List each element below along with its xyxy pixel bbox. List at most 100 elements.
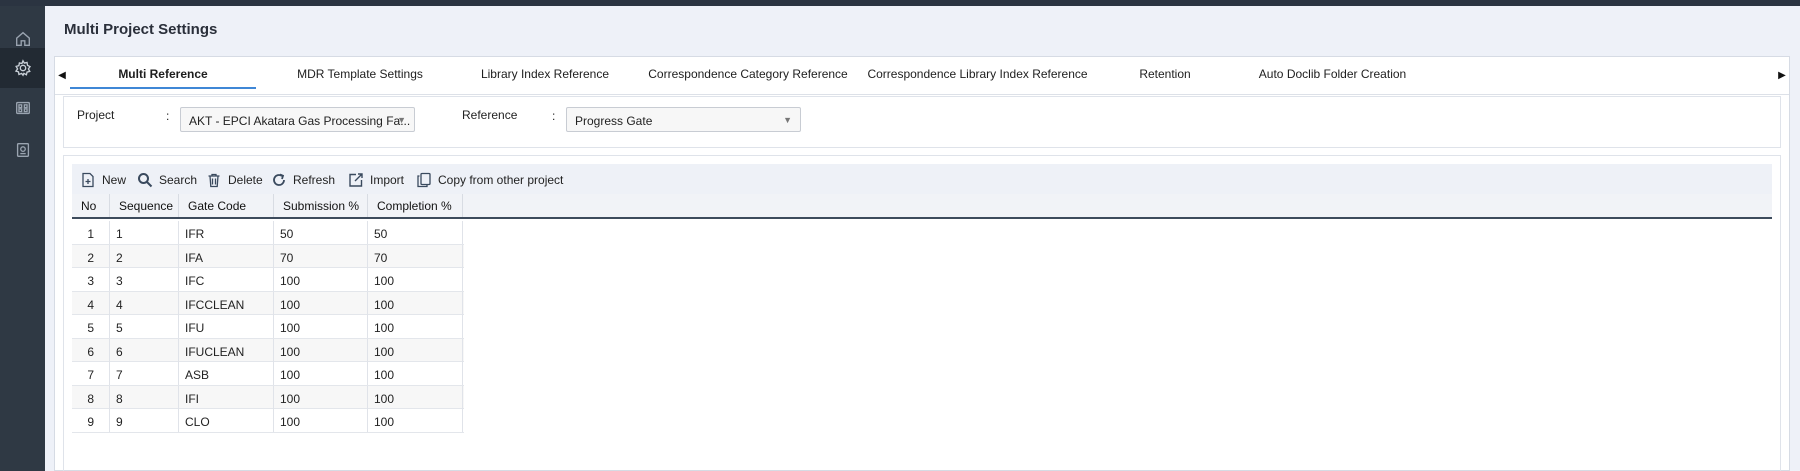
trash-icon — [208, 173, 220, 188]
cell-sequence: 6 — [110, 338, 179, 362]
tab-retention[interactable]: Retention — [1120, 67, 1210, 89]
cell-completion: 50 — [368, 221, 463, 244]
copy-icon — [417, 172, 431, 188]
reference-label: Reference — [462, 108, 518, 122]
column-header-no[interactable]: No — [72, 194, 110, 217]
cell-submission: 70 — [274, 244, 368, 268]
cell-gate-code: CLO — [179, 409, 274, 432]
tab-correspondence-library-index-reference[interactable]: Correspondence Library Index Reference — [865, 67, 1090, 89]
filter-form: Project : AKT - EPCI Akatara Gas Process… — [63, 96, 1781, 148]
grid-icon — [15, 101, 30, 115]
cell-no: 7 — [72, 362, 110, 385]
cell-no: 9 — [72, 409, 110, 432]
new-button[interactable]: New — [80, 171, 126, 189]
column-header-completion[interactable]: Completion % — [368, 194, 463, 217]
cell-completion: 100 — [368, 315, 463, 338]
cell-completion: 100 — [368, 362, 463, 385]
cell-sequence: 3 — [110, 268, 179, 291]
settings-panel: ◀ Multi Reference MDR Template Settings … — [54, 56, 1790, 471]
refresh-icon — [273, 173, 285, 186]
column-header-sequence[interactable]: Sequence — [110, 194, 179, 217]
home-icon — [15, 31, 30, 46]
cell-completion: 70 — [368, 244, 463, 268]
tab-scroll-right-icon[interactable]: ▶ — [1775, 65, 1789, 85]
gear-icon — [14, 59, 31, 77]
project-colon: : — [166, 109, 170, 123]
cell-completion: 100 — [368, 291, 463, 315]
project-select[interactable]: AKT - EPCI Akatara Gas Processing Fa... … — [180, 107, 415, 132]
table-row[interactable]: 6 6 IFUCLEAN 100 100 — [72, 338, 464, 362]
cell-no: 6 — [72, 338, 110, 362]
cell-submission: 100 — [274, 338, 368, 362]
grid-toolbar: New Search Delete Refresh Import Copy fr… — [72, 164, 1772, 194]
sidebar-item-settings[interactable] — [0, 48, 45, 88]
search-icon — [138, 173, 153, 188]
cell-gate-code: ASB — [179, 362, 274, 385]
cell-gate-code: IFC — [179, 268, 274, 291]
cell-gate-code: IFA — [179, 244, 274, 268]
cell-sequence: 8 — [110, 385, 179, 409]
table-row[interactable]: 9 9 CLO 100 100 — [72, 409, 464, 433]
search-button[interactable]: Search — [137, 171, 197, 189]
project-label: Project — [77, 108, 115, 122]
cell-completion: 100 — [368, 338, 463, 362]
table-row[interactable]: 5 5 IFU 100 100 — [72, 315, 464, 339]
cell-no: 3 — [72, 268, 110, 291]
tab-correspondence-category-reference[interactable]: Correspondence Category Reference — [648, 67, 848, 89]
reference-select-value: Progress Gate — [575, 114, 653, 128]
report-icon — [16, 143, 29, 157]
delete-button[interactable]: Delete — [206, 171, 263, 189]
cell-gate-code: IFI — [179, 385, 274, 409]
cell-sequence: 4 — [110, 291, 179, 315]
chevron-down-icon: ▼ — [397, 115, 406, 125]
cell-no: 5 — [72, 315, 110, 338]
cell-completion: 100 — [368, 409, 463, 432]
cell-completion: 100 — [368, 268, 463, 291]
tab-library-index-reference[interactable]: Library Index Reference — [465, 67, 625, 89]
reference-colon: : — [552, 109, 556, 123]
column-header-submission[interactable]: Submission % — [274, 194, 368, 217]
cell-submission: 50 — [274, 221, 368, 244]
cell-sequence: 2 — [110, 244, 179, 268]
top-bar — [0, 0, 1800, 6]
cell-no: 2 — [72, 244, 110, 268]
tab-scroll-left-icon[interactable]: ◀ — [55, 65, 69, 85]
tab-mdr-template-settings[interactable]: MDR Template Settings — [285, 67, 435, 89]
cell-submission: 100 — [274, 315, 368, 338]
copy-from-other-project-button[interactable]: Copy from other project — [416, 171, 563, 189]
tab-auto-doclib-folder-creation[interactable]: Auto Doclib Folder Creation — [1240, 67, 1425, 89]
table-header: No Sequence Gate Code Submission % Compl… — [72, 194, 1772, 219]
table-row[interactable]: 8 8 IFI 100 100 — [72, 385, 464, 409]
cell-submission: 100 — [274, 409, 368, 432]
import-icon — [349, 173, 363, 187]
cell-submission: 100 — [274, 362, 368, 385]
tab-multi-reference[interactable]: Multi Reference — [70, 67, 256, 89]
cell-sequence: 7 — [110, 362, 179, 385]
cell-submission: 100 — [274, 268, 368, 291]
import-button[interactable]: Import — [348, 171, 404, 189]
table-row[interactable]: 1 1 IFR 50 50 — [72, 221, 464, 245]
cell-no: 8 — [72, 385, 110, 409]
reference-select[interactable]: Progress Gate ▼ — [566, 107, 801, 132]
cell-gate-code: IFUCLEAN — [179, 338, 274, 362]
column-header-gate-code[interactable]: Gate Code — [179, 194, 274, 217]
new-file-icon — [82, 172, 94, 188]
page-title: Multi Project Settings — [64, 21, 218, 38]
table-body: 1 1 IFR 50 50 2 2 IFA 70 70 3 3 IFC 100 100 4 4 IFCCLEAN 1… — [72, 221, 464, 433]
cell-submission: 100 — [274, 385, 368, 409]
table-row[interactable]: 2 2 IFA 70 70 — [72, 244, 464, 268]
chevron-down-icon: ▼ — [783, 115, 792, 125]
cell-sequence: 9 — [110, 409, 179, 432]
table-row[interactable]: 4 4 IFCCLEAN 100 100 — [72, 291, 464, 315]
sidebar-item-reports[interactable] — [0, 130, 45, 170]
cell-sequence: 5 — [110, 315, 179, 338]
cell-sequence: 1 — [110, 221, 179, 244]
refresh-button[interactable]: Refresh — [271, 171, 335, 189]
sidebar-item-modules[interactable] — [0, 88, 45, 128]
cell-gate-code: IFU — [179, 315, 274, 338]
grid-area: New Search Delete Refresh Import Copy fr… — [63, 155, 1781, 471]
table-row[interactable]: 3 3 IFC 100 100 — [72, 268, 464, 292]
table-row[interactable]: 7 7 ASB 100 100 — [72, 362, 464, 386]
cell-gate-code: IFR — [179, 221, 274, 244]
project-select-value: AKT - EPCI Akatara Gas Processing Fa... — [189, 114, 411, 128]
